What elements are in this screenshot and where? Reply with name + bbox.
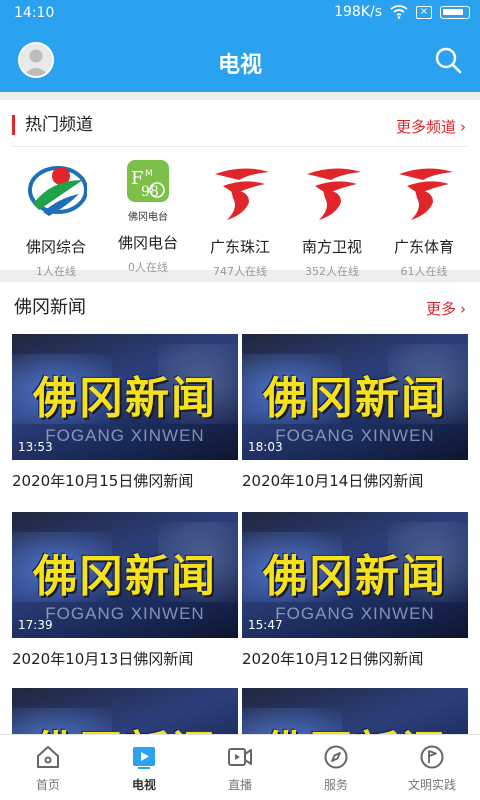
tab-label: 首页 xyxy=(35,778,60,792)
video-duration: 13:53 xyxy=(18,440,53,454)
video-card[interactable]: 佛冈新闻 FOGANG XINWEN 17:39 2020年10月13日佛冈新闻 xyxy=(12,512,238,669)
fogang-tv-logo-icon xyxy=(28,166,88,216)
gdtv-logo-icon xyxy=(307,168,361,220)
chevron-right-icon: › xyxy=(460,300,466,318)
channel-list: 佛冈综合 1人在线 F M 98 佛冈电台 佛冈电台 0人在线 广东珠江 747… xyxy=(10,156,470,278)
divider xyxy=(12,146,468,147)
thumbnail-title: 佛冈新闻 xyxy=(263,373,447,424)
channel-viewers: 1人在线 xyxy=(36,265,76,278)
gdtv-logo-icon xyxy=(215,168,269,220)
channel-viewers: 352人在线 xyxy=(305,265,359,278)
video-thumbnail[interactable]: 佛冈新闻 FOGANG XINWEN 15:47 xyxy=(242,512,468,638)
channel-item-guangdong-tiyu[interactable]: 广东体育 61人在线 xyxy=(378,156,470,278)
sim-off-icon: × xyxy=(416,5,432,19)
more-channels-label: 更多频道 xyxy=(395,118,456,136)
home-icon xyxy=(37,746,59,768)
video-card[interactable]: 佛冈新闻 FOGANG XINWEN 15:47 2020年10月12日佛冈新闻 xyxy=(242,512,468,669)
network-speed: 198K/s xyxy=(334,4,382,20)
status-time: 14:10 xyxy=(14,5,55,21)
channel-name: 广东珠江 xyxy=(209,238,270,256)
wifi-icon xyxy=(390,5,408,19)
thumbnail-title: 佛冈新闻 xyxy=(33,551,217,602)
channel-name: 佛冈综合 xyxy=(25,238,86,256)
channel-item-fogang-radio[interactable]: F M 98 佛冈电台 佛冈电台 0人在线 xyxy=(102,156,194,274)
bottom-tab-bar: 首页 电视 直播 服务 文明实践 xyxy=(0,734,480,800)
channel-item-fogang-zonghe[interactable]: 佛冈综合 1人在线 xyxy=(10,156,102,278)
video-duration: 15:47 xyxy=(248,618,283,632)
channel-viewers: 747人在线 xyxy=(213,265,267,278)
video-title[interactable]: 2020年10月15日佛冈新闻 xyxy=(12,470,238,491)
video-camera-icon xyxy=(228,748,252,766)
fogang-radio-logo-icon: F M 98 佛冈电台 xyxy=(117,160,179,223)
page-title: 电视 xyxy=(217,53,262,78)
video-card[interactable]: 佛冈新闻 FOGANG XINWEN 18:03 2020年10月14日佛冈新闻 xyxy=(242,334,468,491)
channel-viewers: 0人在线 xyxy=(128,261,168,274)
channel-viewers: 61人在线 xyxy=(400,265,448,278)
video-duration: 17:39 xyxy=(18,618,53,632)
video-title[interactable]: 2020年10月12日佛冈新闻 xyxy=(242,648,468,669)
more-news-link[interactable]: 更多 › xyxy=(426,298,466,319)
tab-service[interactable]: 服务 xyxy=(288,735,384,800)
channel-item-guangdong-zhujiang[interactable]: 广东珠江 747人在线 xyxy=(194,156,286,278)
thumbnail-title: 佛冈新闻 xyxy=(263,551,447,602)
tab-live[interactable]: 直播 xyxy=(192,735,288,800)
tab-label: 服务 xyxy=(323,778,348,792)
channel-item-nanfang-weishi[interactable]: 南方卫视 352人在线 xyxy=(286,156,378,278)
hot-channels-title: 热门频道 xyxy=(12,115,93,135)
channel-name: 南方卫视 xyxy=(301,238,362,256)
tab-label: 文明实践 xyxy=(407,778,456,792)
hot-channels-section: 热门频道 更多频道 › 佛冈综合 1人在线 F M 98 佛冈电台 佛冈电台 0… xyxy=(0,100,480,278)
video-card[interactable]: 佛冈新闻 FOGANG XINWEN 13:53 2020年10月15日佛冈新闻 xyxy=(12,334,238,491)
more-channels-link[interactable]: 更多频道 › xyxy=(396,116,466,137)
news-section-title: 佛冈新闻 xyxy=(14,297,86,318)
radio-logo-caption: 佛冈电台 xyxy=(128,212,168,223)
battery-icon xyxy=(440,5,470,19)
search-icon[interactable] xyxy=(434,46,462,74)
compass-icon xyxy=(324,745,348,769)
video-duration: 18:03 xyxy=(248,440,283,454)
svg-text:M: M xyxy=(145,169,153,179)
tv-play-icon xyxy=(133,747,155,769)
video-thumbnail[interactable]: 佛冈新闻 FOGANG XINWEN 18:03 xyxy=(242,334,468,460)
fogang-news-section: 佛冈新闻 更多 › 佛冈新闻 FOGANG XINWEN 13:53 2020年1… xyxy=(0,282,480,800)
video-title[interactable]: 2020年10月14日佛冈新闻 xyxy=(242,470,468,491)
tab-label: 电视 xyxy=(131,778,156,792)
more-news-label: 更多 xyxy=(425,300,456,318)
gdtv-logo-icon xyxy=(399,168,453,220)
chevron-right-icon: › xyxy=(460,118,466,136)
tab-label: 直播 xyxy=(227,778,252,792)
flag-icon xyxy=(420,745,444,769)
app-header: 电视 xyxy=(0,28,480,92)
status-bar: 14:10 198K/s × xyxy=(0,0,480,28)
tab-civilization-practice[interactable]: 文明实践 xyxy=(384,735,480,800)
channel-name: 佛冈电台 xyxy=(117,234,178,252)
channel-name: 广东体育 xyxy=(393,238,454,256)
thumbnail-title: 佛冈新闻 xyxy=(33,373,217,424)
tab-tv[interactable]: 电视 xyxy=(96,735,192,800)
video-thumbnail[interactable]: 佛冈新闻 FOGANG XINWEN 13:53 xyxy=(12,334,238,460)
video-title[interactable]: 2020年10月13日佛冈新闻 xyxy=(12,648,238,669)
video-thumbnail[interactable]: 佛冈新闻 FOGANG XINWEN 17:39 xyxy=(12,512,238,638)
tab-home[interactable]: 首页 xyxy=(0,735,96,800)
